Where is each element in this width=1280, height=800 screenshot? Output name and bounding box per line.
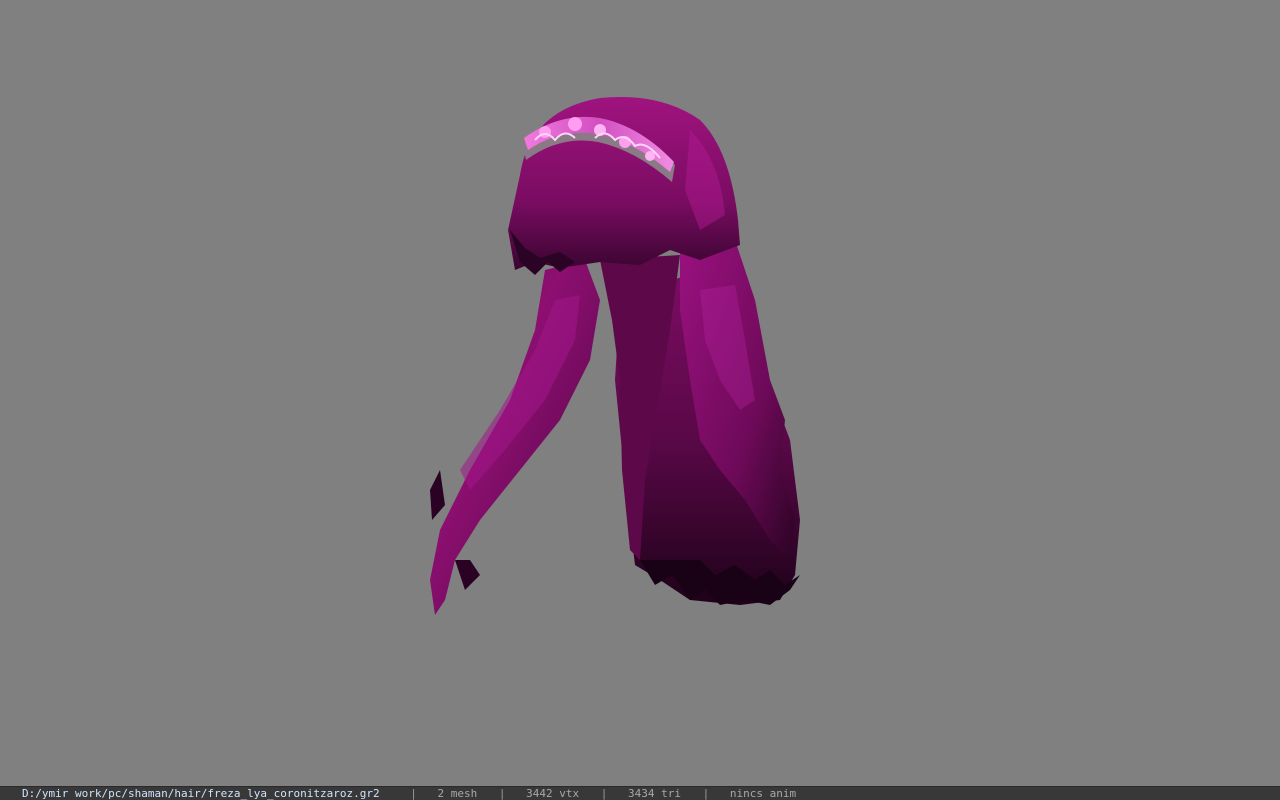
- separator: |: [702, 787, 710, 800]
- vertex-count: 3442 vtx: [526, 787, 580, 800]
- animation-status: nincs anim: [729, 787, 797, 800]
- triangle-count: 3434 tri: [627, 787, 681, 800]
- hair-model-render[interactable]: [0, 0, 1280, 786]
- separator: |: [600, 787, 608, 800]
- hair-crown: [508, 96, 740, 275]
- separator: |: [498, 787, 506, 800]
- mesh-count: 2 mesh: [437, 787, 478, 800]
- hair-left-strand: [430, 260, 600, 615]
- file-path: D:/ymir work/pc/shaman/hair/freza_lya_co…: [22, 787, 380, 800]
- separator: |: [410, 787, 417, 800]
- 3d-viewport[interactable]: [0, 0, 1280, 786]
- status-bar: D:/ymir work/pc/shaman/hair/freza_lya_co…: [0, 786, 1280, 800]
